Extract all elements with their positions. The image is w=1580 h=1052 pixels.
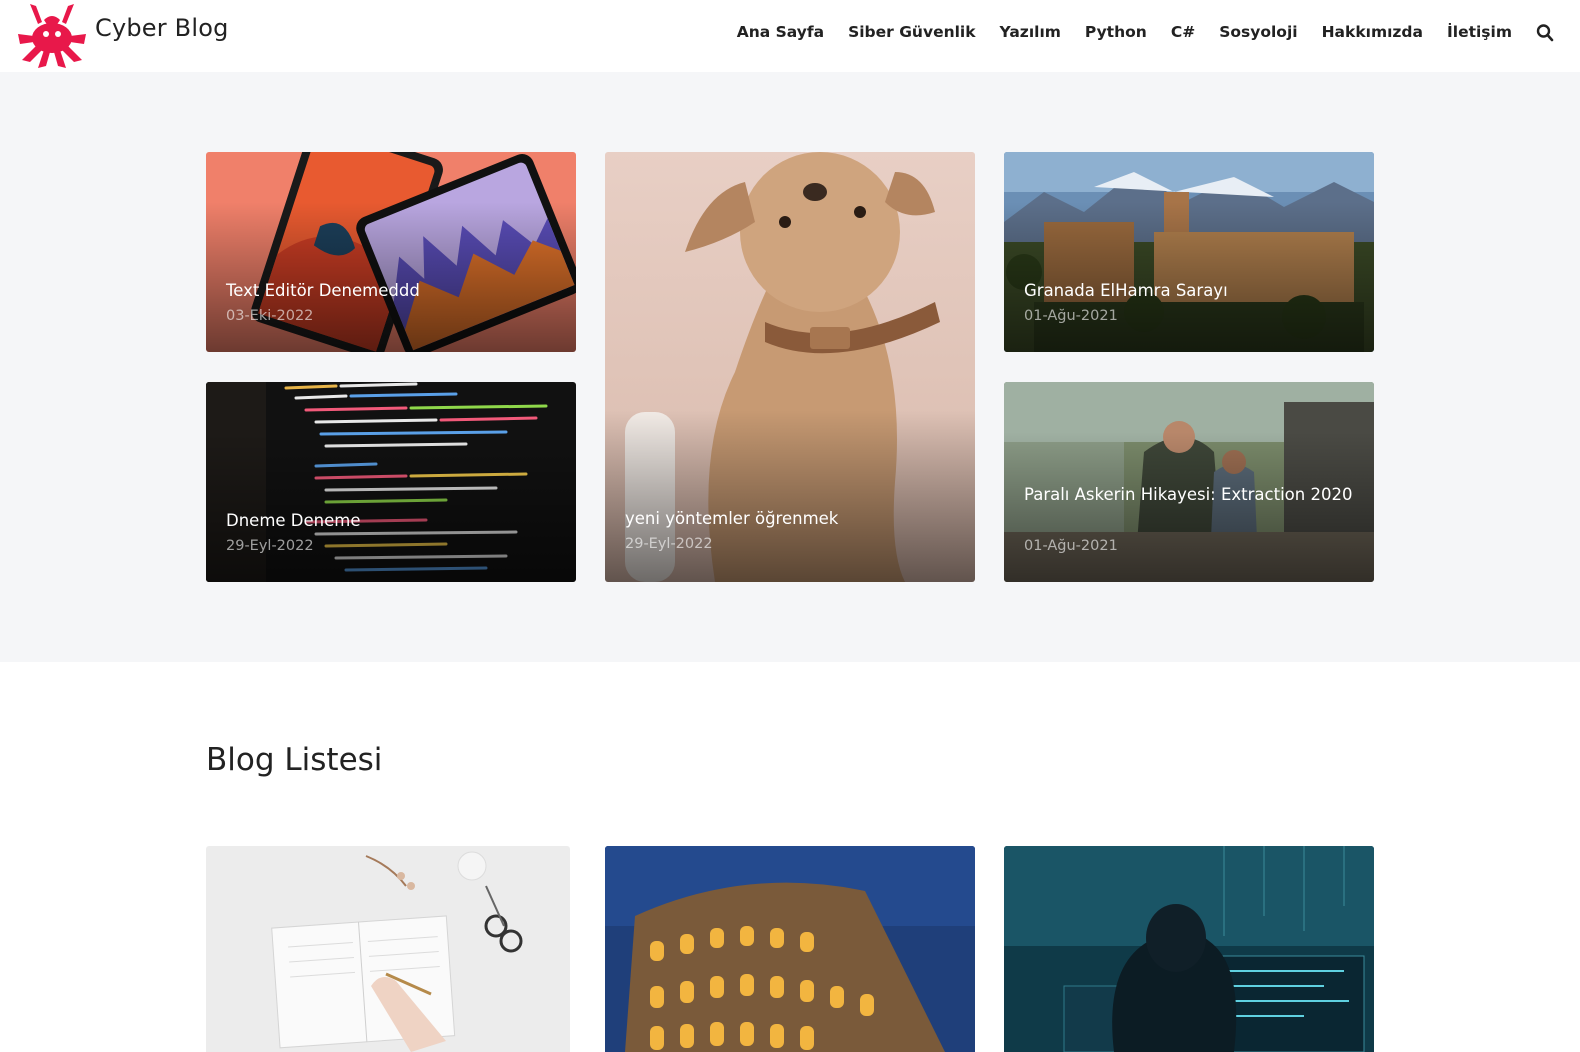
card-title[interactable]: Text Editör Denemeddd [226,278,546,304]
nav-ana-sayfa[interactable]: Ana Sayfa [737,23,824,41]
card-title[interactable]: Paralı Askerin Hikayesi: Extraction 2020 [1024,482,1354,508]
site-header: Cyber Blog Ana Sayfa Siber Güvenlik Yazı… [0,0,1580,72]
card-date: 29-Eyl-2022 [226,538,314,554]
card-overlay [206,432,576,582]
card-date: 01-Ağu-2021 [1024,538,1118,554]
featured-card-4[interactable]: Dneme Deneme 29-Eyl-2022 [206,382,576,582]
nav-csharp[interactable]: C# [1171,23,1195,41]
card-title[interactable]: Granada ElHamra Sarayı [1024,278,1344,304]
spider-logo-icon[interactable] [16,0,88,70]
colosseum-image [605,846,975,1052]
site-brand[interactable]: Cyber Blog [95,14,229,42]
featured-card-3[interactable]: Granada ElHamra Sarayı 01-Ağu-2021 [1004,152,1374,352]
card-overlay [605,410,975,582]
featured-card-2[interactable]: yeni yöntemler öğrenmek 29-Eyl-2022 [605,152,975,582]
nav-yazilim[interactable]: Yazılım [1000,23,1061,41]
card-title[interactable]: yeni yöntemler öğrenmek [625,506,945,532]
blog-list-card-2[interactable] [605,846,975,1052]
nav-sosyoloji[interactable]: Sosyoloji [1219,23,1297,41]
nav-hakkimizda[interactable]: Hakkımızda [1322,23,1423,41]
card-date: 01-Ağu-2021 [1024,308,1118,324]
featured-section: Text Editör Denemeddd 03-Eki-2022 yeni y… [0,72,1580,662]
main-nav: Ana Sayfa Siber Güvenlik Yazılım Python … [713,22,1554,42]
search-icon[interactable] [1536,23,1554,43]
hacker-image [1004,846,1374,1052]
card-title[interactable]: Dneme Deneme [226,508,546,534]
card-overlay [206,202,576,352]
blog-list-title: Blog Listesi [206,742,383,778]
card-date: 29-Eyl-2022 [625,536,713,552]
nav-iletisim[interactable]: İletişim [1447,23,1512,41]
blog-list-card-3[interactable] [1004,846,1374,1052]
blog-list-card-1[interactable] [206,846,570,1052]
nav-siber-guvenlik[interactable]: Siber Güvenlik [848,23,975,41]
featured-card-1[interactable]: Text Editör Denemeddd 03-Eki-2022 [206,152,576,352]
nav-python[interactable]: Python [1085,23,1147,41]
featured-card-5[interactable]: Paralı Askerin Hikayesi: Extraction 2020… [1004,382,1374,582]
notebook-image [206,846,570,1052]
card-overlay [1004,202,1374,352]
card-date: 03-Eki-2022 [226,308,314,324]
